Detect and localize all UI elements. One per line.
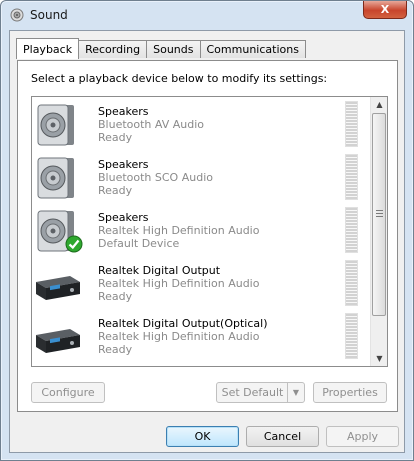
device-name: Speakers bbox=[98, 158, 149, 171]
cancel-button[interactable]: Cancel bbox=[246, 426, 319, 447]
list-item[interactable]: Speakers Bluetooth AV Audio Ready bbox=[32, 97, 371, 150]
list-item[interactable]: Realtek Digital Output Realtek High Defi… bbox=[32, 256, 371, 309]
set-default-label: Set Default bbox=[221, 386, 284, 399]
device-description: Bluetooth SCO Audio bbox=[98, 171, 213, 184]
close-icon: X bbox=[380, 3, 390, 16]
device-description: Bluetooth AV Audio bbox=[98, 118, 205, 131]
device-status: Default Device bbox=[98, 237, 180, 250]
list-item[interactable]: Realtek Digital Output(Optical) Realtek … bbox=[32, 309, 371, 362]
device-name: Speakers bbox=[98, 105, 149, 118]
dialog-body: Playback Recording Sounds Communications… bbox=[9, 30, 405, 453]
tab-communications[interactable]: Communications bbox=[199, 40, 306, 58]
instruction-text: Select a playback device below to modify… bbox=[31, 72, 328, 85]
ok-button[interactable]: OK bbox=[166, 426, 239, 447]
device-status: Ready bbox=[98, 184, 133, 197]
tab-playback[interactable]: Playback bbox=[16, 38, 80, 59]
digital-receiver-icon bbox=[34, 260, 82, 308]
chevron-down-icon[interactable]: ▼ bbox=[287, 383, 304, 402]
device-list[interactable]: Speakers Bluetooth AV Audio Ready Speake… bbox=[31, 96, 388, 367]
scroll-down-arrow-icon[interactable]: ▼ bbox=[372, 351, 387, 366]
device-description: Realtek High Definition Audio bbox=[98, 330, 260, 343]
device-status: Ready bbox=[98, 131, 133, 144]
device-list-scrollbar[interactable]: ▲ ▼ bbox=[370, 97, 387, 366]
properties-button[interactable]: Properties bbox=[313, 382, 387, 403]
apply-button[interactable]: Apply bbox=[326, 426, 399, 447]
volume-meter bbox=[345, 313, 358, 359]
playback-tab-panel: Select a playback device below to modify… bbox=[17, 60, 398, 412]
set-default-button[interactable]: Set Default ▼ bbox=[216, 382, 305, 403]
device-name: Realtek Digital Output bbox=[98, 264, 221, 277]
scrollbar-grip-icon bbox=[376, 210, 383, 217]
tab-sounds[interactable]: Sounds bbox=[146, 40, 201, 58]
scrollbar-thumb[interactable] bbox=[372, 113, 386, 316]
list-item[interactable]: Speakers Bluetooth SCO Audio Ready bbox=[32, 150, 371, 203]
device-status: Ready bbox=[98, 343, 133, 356]
device-description: Realtek High Definition Audio bbox=[98, 224, 260, 237]
device-description: Realtek High Definition Audio bbox=[98, 277, 260, 290]
close-button[interactable]: X bbox=[363, 1, 407, 19]
list-item[interactable] bbox=[32, 362, 371, 367]
speaker-icon bbox=[34, 101, 82, 149]
volume-meter bbox=[345, 101, 358, 147]
digital-receiver-icon bbox=[34, 313, 82, 361]
speaker-icon bbox=[34, 154, 82, 202]
list-item[interactable]: Speakers Realtek High Definition Audio D… bbox=[32, 203, 371, 256]
volume-meter bbox=[345, 154, 358, 200]
device-name: Realtek Digital Output(Optical) bbox=[98, 317, 268, 330]
scroll-up-arrow-icon[interactable]: ▲ bbox=[372, 97, 387, 112]
tab-strip: Playback Recording Sounds Communications bbox=[16, 38, 306, 60]
speaker-icon bbox=[34, 366, 82, 367]
window-title: Sound bbox=[30, 8, 68, 22]
volume-meter bbox=[345, 260, 358, 306]
sound-dialog: Sound X Playback Recording Sounds Commun… bbox=[0, 0, 414, 461]
device-name: Speakers bbox=[98, 211, 149, 224]
configure-button[interactable]: Configure bbox=[31, 382, 105, 403]
device-status: Ready bbox=[98, 290, 133, 303]
default-device-check-icon bbox=[65, 235, 83, 253]
volume-meter bbox=[345, 207, 358, 253]
sound-app-icon bbox=[10, 8, 24, 22]
tab-recording[interactable]: Recording bbox=[78, 40, 148, 58]
title-bar[interactable]: Sound X bbox=[1, 1, 413, 31]
